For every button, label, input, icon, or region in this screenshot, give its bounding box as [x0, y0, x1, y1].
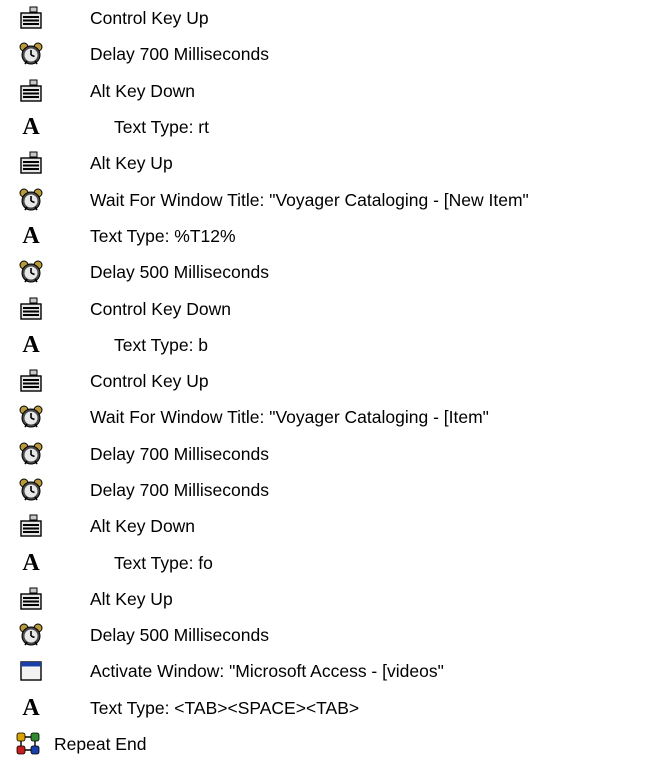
macro-step-list: Control Key Up Delay 700 Milliseconds Al… [0, 0, 646, 762]
macro-step[interactable]: Control Key Down [0, 290, 646, 326]
macro-step[interactable]: Control Key Up [0, 363, 646, 399]
macro-step[interactable]: Delay 500 Milliseconds [0, 617, 646, 653]
alarm-clock-icon [18, 187, 44, 213]
macro-step[interactable]: A Text Type: %T12% [0, 218, 646, 254]
macro-step[interactable]: Delay 500 Milliseconds [0, 254, 646, 290]
text-type-icon: A [22, 549, 40, 576]
macro-step[interactable]: Delay 700 Milliseconds [0, 36, 646, 72]
macro-step[interactable]: Alt Key Down [0, 73, 646, 109]
macro-step-label: Text Type: %T12% [90, 225, 236, 246]
macro-step-label: Text Type: rt [114, 117, 209, 138]
keyboard-icon [18, 513, 44, 539]
keyboard-icon [18, 150, 44, 176]
macro-step-label: Alt Key Up [90, 588, 173, 609]
text-type-icon: A [22, 114, 40, 141]
text-type-icon: A [22, 222, 40, 249]
macro-step-label: Wait For Window Title: "Voyager Catalogi… [90, 407, 489, 428]
macro-step[interactable]: Delay 700 Milliseconds [0, 472, 646, 508]
macro-step-label: Text Type: <TAB><SPACE><TAB> [90, 697, 360, 718]
macro-step-label: Alt Key Down [90, 80, 196, 101]
alarm-clock-icon [18, 622, 44, 648]
macro-step-label: Repeat End [54, 734, 147, 755]
macro-step[interactable]: A Text Type: rt [0, 109, 646, 145]
alarm-clock-icon [18, 41, 44, 67]
macro-step-label: Activate Window: "Microsoft Access - [vi… [90, 661, 444, 682]
macro-step-label: Control Key Up [90, 371, 209, 392]
alarm-clock-icon [18, 441, 44, 467]
repeat-icon [16, 731, 42, 757]
window-icon [18, 658, 44, 684]
macro-step-label: Control Key Down [90, 298, 232, 319]
macro-step[interactable]: Activate Window: "Microsoft Access - [vi… [0, 653, 646, 689]
macro-step-label: Delay 700 Milliseconds [90, 44, 269, 65]
text-type-icon: A [22, 694, 40, 721]
keyboard-icon [18, 368, 44, 394]
macro-step-label: Control Key Up [90, 8, 209, 29]
macro-step[interactable]: Alt Key Down [0, 508, 646, 544]
macro-step-label: Alt Key Up [90, 153, 173, 174]
macro-step[interactable]: Wait For Window Title: "Voyager Catalogi… [0, 181, 646, 217]
macro-step-label: Text Type: b [114, 334, 209, 355]
macro-step-label: Alt Key Down [90, 516, 196, 537]
macro-step-label: Delay 700 Milliseconds [90, 443, 269, 464]
macro-step[interactable]: A Text Type: b [0, 327, 646, 363]
macro-step[interactable]: Alt Key Up [0, 581, 646, 617]
macro-step-label: Wait For Window Title: "Voyager Catalogi… [90, 189, 529, 210]
macro-step[interactable]: A Text Type: <TAB><SPACE><TAB> [0, 690, 646, 726]
keyboard-icon [18, 296, 44, 322]
macro-step[interactable]: Alt Key Up [0, 145, 646, 181]
macro-step[interactable]: Delay 700 Milliseconds [0, 436, 646, 472]
text-type-icon: A [22, 331, 40, 358]
keyboard-icon [18, 5, 44, 31]
keyboard-icon [18, 586, 44, 612]
macro-step[interactable]: Control Key Up [0, 0, 646, 36]
macro-step-label: Delay 700 Milliseconds [90, 480, 269, 500]
macro-step[interactable]: A Text Type: fo [0, 544, 646, 580]
macro-step-label: Delay 500 Milliseconds [90, 625, 269, 646]
macro-step-label: Text Type: fo [114, 552, 213, 573]
macro-step[interactable]: Repeat End [0, 726, 646, 762]
macro-step-label: Delay 500 Milliseconds [90, 262, 269, 283]
macro-step[interactable]: Wait For Window Title: "Voyager Catalogi… [0, 399, 646, 435]
alarm-clock-icon [18, 259, 44, 285]
keyboard-icon [18, 78, 44, 104]
alarm-clock-icon [18, 477, 44, 503]
alarm-clock-icon [18, 404, 44, 430]
